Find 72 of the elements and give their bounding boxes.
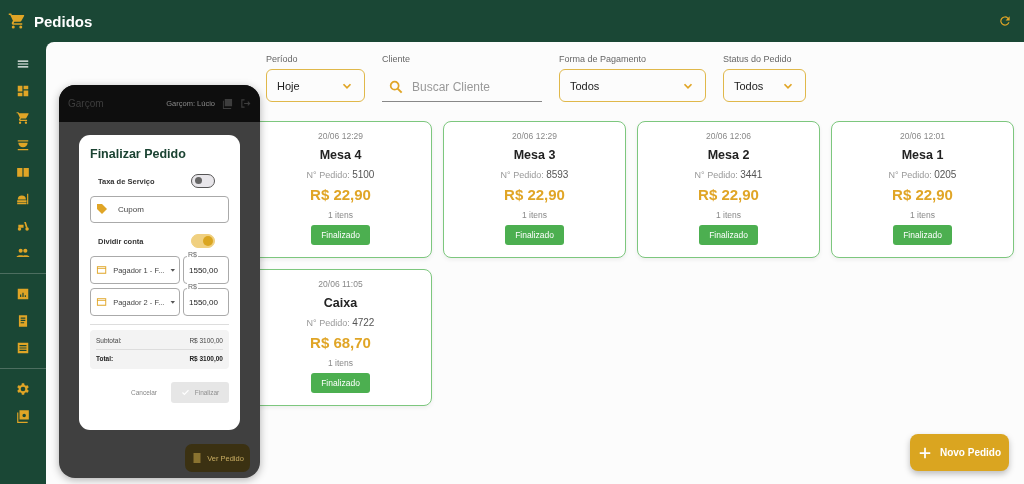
order-card[interactable]: 20/06 12:06 Mesa 2 N° Pedido: 3441 R$ 22,90 1 itens Finalizado xyxy=(637,121,820,258)
filter-label: Cliente xyxy=(382,54,411,64)
order-total: R$ 22,90 xyxy=(504,186,565,203)
order-items: 1 itens xyxy=(909,210,935,220)
list-icon[interactable] xyxy=(16,341,30,355)
order-title: Mesa 4 xyxy=(319,148,362,162)
order-items: 1 itens xyxy=(327,210,353,220)
chart-icon[interactable] xyxy=(16,287,30,301)
status-badge: Finalizado xyxy=(311,373,370,393)
dropdown-arrow-icon xyxy=(170,267,176,273)
order-items: 1 itens xyxy=(521,210,547,220)
order-number-label: N° Pedido: xyxy=(500,170,544,180)
filter-select[interactable]: Todos xyxy=(559,69,706,102)
toggle-switch[interactable] xyxy=(191,174,215,188)
settings-icon[interactable] xyxy=(16,382,30,396)
status-badge: Finalizado xyxy=(893,225,952,245)
tag-icon xyxy=(96,203,108,215)
people-icon[interactable] xyxy=(16,246,30,260)
order-number-label: N° Pedido: xyxy=(306,318,350,328)
order-title: Caixa xyxy=(323,296,358,310)
filter-label: Período xyxy=(266,54,299,64)
plus-icon xyxy=(917,445,932,460)
cart-icon xyxy=(8,12,26,30)
order-number-label: N° Pedido: xyxy=(694,170,738,180)
order-title: Mesa 2 xyxy=(707,148,750,162)
order-number: 4722 xyxy=(352,317,375,328)
order-card[interactable]: 20/06 12:29 Mesa 3 N° Pedido: 8593 R$ 22,90 1 itens Finalizado xyxy=(443,121,626,258)
dialog-title: Finalizar Pedido xyxy=(90,147,187,161)
order-total: R$ 22,90 xyxy=(310,186,371,203)
check-icon xyxy=(180,388,190,397)
order-title: Mesa 3 xyxy=(513,148,556,162)
card-icon xyxy=(96,264,108,276)
order-items: 1 itens xyxy=(715,210,741,220)
order-date: 20/06 12:29 xyxy=(318,131,363,141)
refresh-icon[interactable] xyxy=(998,14,1012,28)
filter-label: Status do Pedido xyxy=(723,54,793,64)
order-card[interactable]: 20/06 12:01 Mesa 1 N° Pedido: 0205 R$ 22,90 1 itens Finalizado xyxy=(831,121,1014,258)
coupon-field[interactable]: Cupom xyxy=(90,196,229,223)
search-icon xyxy=(388,79,404,95)
order-items: 1 itens xyxy=(327,358,353,368)
order-number-label: N° Pedido: xyxy=(306,170,350,180)
order-number: 5100 xyxy=(352,169,375,180)
status-badge: Finalizado xyxy=(699,225,758,245)
cart-icon[interactable] xyxy=(16,111,30,125)
filter-select[interactable]: Todos xyxy=(723,69,806,102)
order-number-label: N° Pedido: xyxy=(888,170,932,180)
order-date: 20/06 11:05 xyxy=(318,279,363,289)
status-badge: Finalizado xyxy=(505,225,564,245)
dropdown-arrow-icon xyxy=(170,299,176,305)
order-number: 8593 xyxy=(546,169,569,180)
order-title: Mesa 1 xyxy=(901,148,944,162)
filter-select[interactable]: Hoje xyxy=(266,69,365,102)
order-total: R$ 68,70 xyxy=(310,334,371,351)
book-icon[interactable] xyxy=(16,165,30,179)
dashboard-icon[interactable] xyxy=(16,84,30,98)
order-total: R$ 22,90 xyxy=(892,186,953,203)
order-date: 20/06 12:01 xyxy=(900,131,945,141)
app-title: Pedidos xyxy=(34,12,93,30)
order-date: 20/06 12:06 xyxy=(706,131,751,141)
receipt-icon[interactable] xyxy=(16,314,30,328)
status-badge: Finalizado xyxy=(311,225,370,245)
order-number: 3441 xyxy=(740,169,763,180)
receipt-icon xyxy=(191,452,204,464)
filter-label: Forma de Pagamento xyxy=(559,54,648,64)
search-field[interactable]: Buscar Cliente xyxy=(382,72,542,102)
order-date: 20/06 12:29 xyxy=(512,131,557,141)
card-icon xyxy=(96,296,108,308)
scooter-icon[interactable] xyxy=(16,219,30,233)
order-number: 0205 xyxy=(934,169,957,180)
order-total: R$ 22,90 xyxy=(698,186,759,203)
food-icon[interactable] xyxy=(16,192,30,206)
cloche-icon[interactable] xyxy=(16,138,30,152)
